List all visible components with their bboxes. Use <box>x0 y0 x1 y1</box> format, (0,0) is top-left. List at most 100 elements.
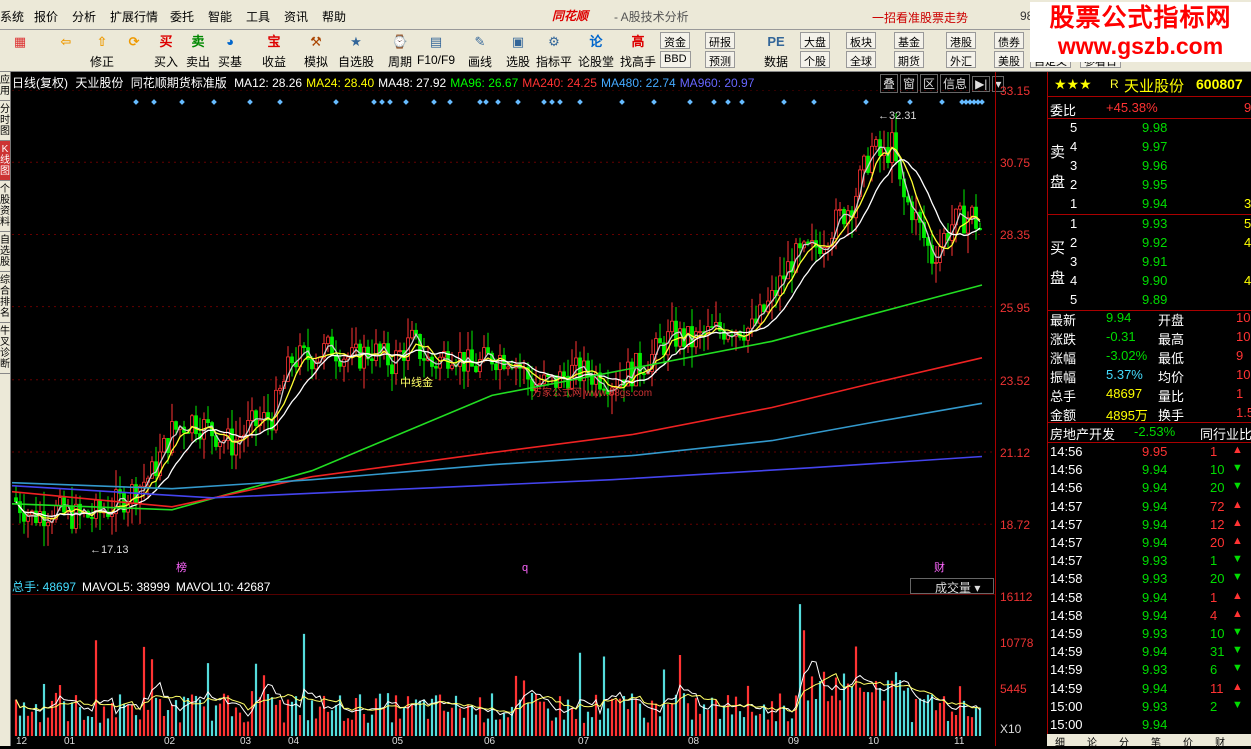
toolbar-icon-10: ⌚ <box>391 34 409 49</box>
signal-diamond <box>515 99 521 105</box>
toolbar-button-12[interactable]: ✎ 画线 <box>460 32 500 70</box>
tick-price: 9.94 <box>1142 589 1168 605</box>
buy-price: 9.91 <box>1142 254 1168 269</box>
toolbar-button-4[interactable]: 买买入 <box>150 32 182 70</box>
tick-volume: 1 <box>1210 553 1218 569</box>
sell-price: 9.94 <box>1142 196 1168 211</box>
toolbar-small-12[interactable]: 外汇 <box>946 51 976 68</box>
toolbar-small-9[interactable]: 个股 <box>800 51 830 68</box>
toolbar-small-11[interactable]: 期货 <box>894 51 924 68</box>
toolbar-small-6[interactable]: 债券 <box>994 32 1024 49</box>
menu-help[interactable]: 帮助 <box>322 8 346 25</box>
menu-tools[interactable]: 工具 <box>246 8 270 25</box>
toolbar-button-0[interactable]: ▦ <box>4 32 36 70</box>
industry-change: -2.53% <box>1134 424 1176 439</box>
toolbar-small-13[interactable]: 美股 <box>994 51 1024 68</box>
formula-name[interactable]: 同花顺期货标准版 <box>131 76 227 90</box>
menu-news[interactable]: 资讯 <box>284 8 308 25</box>
bottom-tab-2[interactable]: 分 <box>1119 734 1129 749</box>
toolbar-small-2[interactable]: 大盘 <box>800 32 830 49</box>
stat-value2: 1.5 <box>1236 405 1251 420</box>
toolbar-small-7[interactable]: BBD <box>660 51 691 68</box>
volume-chart[interactable] <box>12 594 995 736</box>
stat-key2: 最高 <box>1158 332 1185 347</box>
tick-volume: 20 <box>1210 480 1225 496</box>
toolbar-button-8[interactable]: ⚒ 模拟 <box>300 32 332 70</box>
menu-quote[interactable]: 报价 <box>34 8 58 25</box>
tick-volume: 10 <box>1210 626 1225 641</box>
toolbar-small-4[interactable]: 基金 <box>894 32 924 49</box>
buy-volume: 4 <box>1244 235 1251 250</box>
bottom-tab-4[interactable]: 价 <box>1183 734 1193 749</box>
menu-extended[interactable]: 扩展行情 <box>110 8 158 25</box>
toolbar-button-9[interactable]: ★ 自选股 <box>336 32 376 70</box>
sell-level: 1 <box>1070 196 1078 211</box>
toolbar-small-0[interactable]: 资金 <box>660 32 690 49</box>
toolbar-small-8[interactable]: 预测 <box>705 51 735 68</box>
signal-diamond <box>739 99 745 105</box>
menu-smart[interactable]: 智能 <box>208 8 232 25</box>
left-tab-0[interactable]: 应 用 <box>0 72 10 101</box>
volume-tick-2: 5445 <box>1000 682 1027 696</box>
menu-trade[interactable]: 委托 <box>170 8 194 25</box>
toolbar-button-5[interactable]: 卖卖出 <box>182 32 214 70</box>
arrow-down-icon: ▼ <box>1232 698 1243 711</box>
tick-volume: 10 <box>1210 462 1225 478</box>
left-tab-5[interactable]: 综 合 排 名 <box>0 272 10 323</box>
event-marker-2[interactable]: 财 <box>934 560 945 574</box>
stat-value: 48697 <box>1106 386 1143 401</box>
toolbar-button-7[interactable]: 宝收益宝 <box>258 32 290 86</box>
signal-diamond <box>549 99 555 105</box>
promo-link[interactable]: 一招看准股票走势 <box>872 9 968 26</box>
toolbar-button-1[interactable]: ⇦ <box>50 32 82 70</box>
event-marker-1[interactable]: q <box>522 562 528 574</box>
candle-body <box>782 275 786 280</box>
arrow-down-icon: ▼ <box>1232 626 1243 638</box>
tick-volume: 31 <box>1210 644 1225 660</box>
tick-price: 9.93 <box>1142 662 1168 678</box>
toolbar-small-1[interactable]: 研报 <box>705 32 735 49</box>
bottom-tab-1[interactable]: 论 <box>1087 734 1097 749</box>
bottom-tab-3[interactable]: 笔 <box>1151 734 1161 749</box>
signal-diamond <box>371 99 377 105</box>
toolbar-button-13[interactable]: ▣ 选股 <box>498 32 538 70</box>
volume-dropdown[interactable]: 成交量 ▾ <box>910 578 994 595</box>
bottom-tab-5[interactable]: 财 <box>1215 734 1225 749</box>
signal-diamond <box>939 99 945 105</box>
toolbar-button-2[interactable]: ⇧ 修正 <box>86 32 118 70</box>
toolbar-small-5[interactable]: 港股 <box>946 32 976 49</box>
toolbar-icon-17: PE <box>767 34 785 49</box>
toolbar-button-17[interactable]: PE 数据 <box>756 32 796 70</box>
kline-chart[interactable]: ←32.31 ←17.13 中线金万家公式网 www.88gs.com 榜 q 财 <box>12 90 995 576</box>
menu-system[interactable]: 系统 <box>0 8 24 25</box>
candle-body <box>470 349 474 367</box>
volume-dropdown-label: 成交量 <box>935 581 972 595</box>
menu-analysis[interactable]: 分析 <box>72 8 96 25</box>
toolbar-small-10[interactable]: 全球 <box>846 51 876 68</box>
left-tab-2[interactable]: K 线 图 <box>0 141 10 181</box>
candle-body <box>254 410 258 426</box>
period-label[interactable]: 日线(复权) <box>12 76 68 90</box>
toolbar-button-6[interactable]: ◕ 买基金 <box>214 32 246 86</box>
left-tab-1[interactable]: 分 时 图 <box>0 101 10 141</box>
bottom-tab-0[interactable]: 细 <box>1055 734 1065 749</box>
toolbar-button-3[interactable]: ⟳ <box>118 32 150 70</box>
x-axis: 12 01 02 03 04 05 06 07 08 09 10 11 <box>12 736 995 747</box>
toolbar-small-3[interactable]: 板块 <box>846 32 876 49</box>
stat-key2: 量比 <box>1158 389 1185 404</box>
month-tick-2: 02 <box>164 736 176 747</box>
toolbar-icon-12: ✎ <box>474 34 486 49</box>
toolbar-button-11[interactable]: ▤ F10/F9 <box>416 32 456 70</box>
left-tab-4[interactable]: 自 选 股 <box>0 232 10 272</box>
toolbar-button-10[interactable]: ⌚ 周期 <box>380 32 420 70</box>
tick-price: 9.94 <box>1142 498 1168 514</box>
toolbar-button-16[interactable]: 高找高手 <box>618 32 658 70</box>
left-tab-3[interactable]: 个 股 资 料 <box>0 181 10 232</box>
toolbar-button-15[interactable]: 论论股堂 <box>576 32 616 70</box>
tick-time: 14:57 <box>1050 553 1083 569</box>
left-tab-6[interactable]: 牛 叉 诊 断 <box>0 323 10 374</box>
price-tick-2: 28.35 <box>1000 228 1031 243</box>
candle-body <box>962 205 966 234</box>
event-marker-0[interactable]: 榜 <box>176 560 187 574</box>
toolbar-button-14[interactable]: ⚙ 指标平台 <box>534 32 574 86</box>
